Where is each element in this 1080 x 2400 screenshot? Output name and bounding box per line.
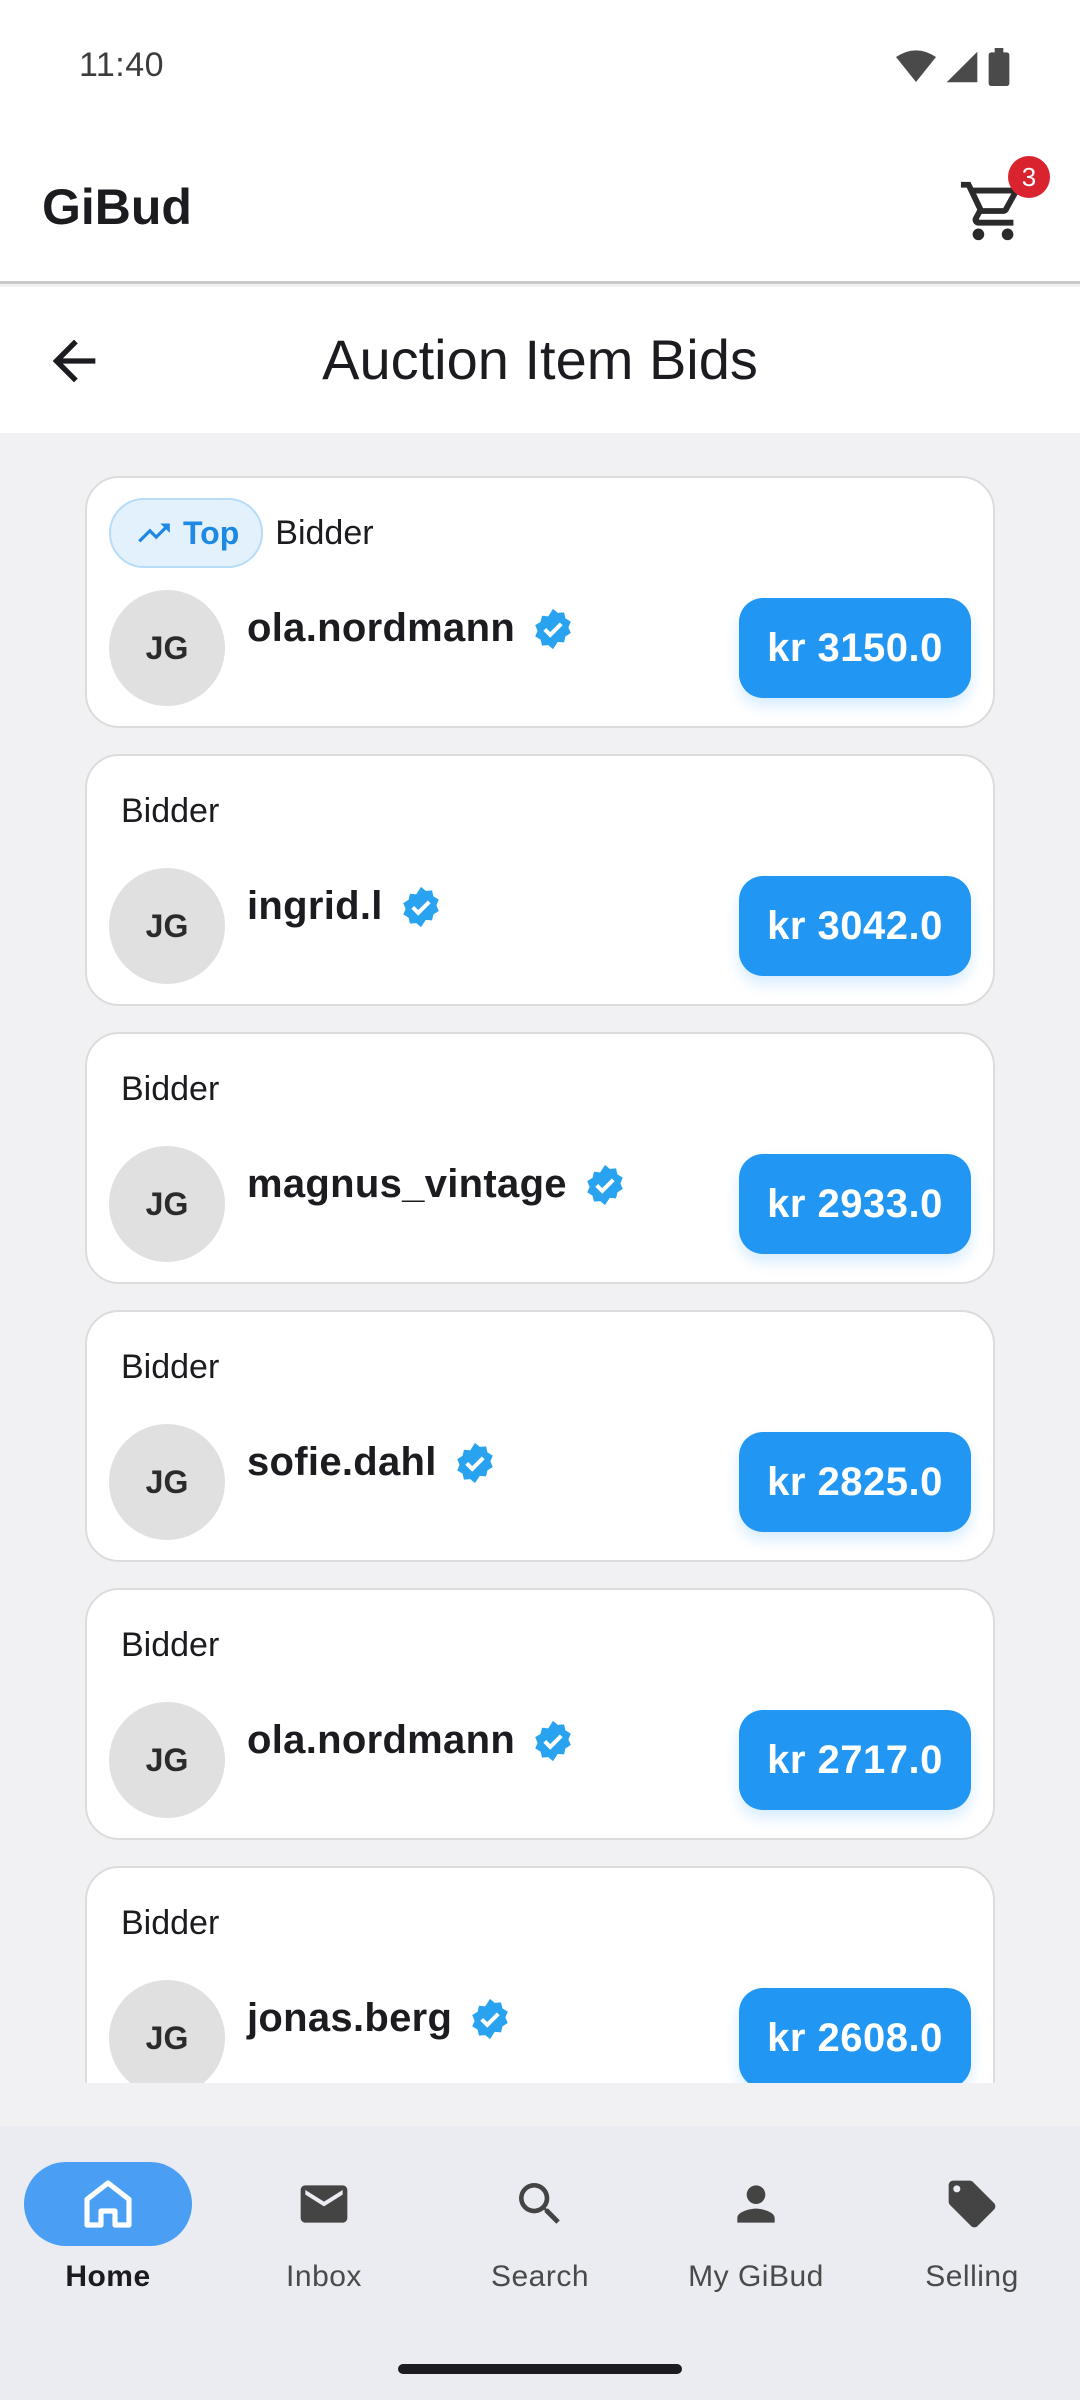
bid-card[interactable]: Bidder JG magnus_vintage kr 2933.0 [85,1032,995,1284]
card-header: Top Bidder [109,498,374,568]
card-header: Bidder [121,776,219,846]
avatar: JG [109,1424,225,1540]
avatar: JG [109,590,225,706]
nav-item-my-gibud[interactable]: My GiBud [656,2162,856,2312]
bidder-name-row: sofie.dahl [247,1440,497,1485]
bottom-nav: Home Inbox Search My GiBud Selling [0,2126,1080,2400]
bidder-label: Bidder [121,791,220,830]
bid-card[interactable]: Bidder JG jonas.berg kr 2608.0 [85,1866,995,2083]
avatar: JG [109,1146,225,1262]
search-icon [519,2183,560,2224]
card-header: Bidder [121,1888,219,1958]
nav-inbox-indicator [240,2162,408,2246]
bidder-name-row: ola.nordmann [247,1718,575,1763]
avatar: JG [109,1980,225,2083]
nav-my-gibud-indicator [672,2162,840,2246]
bidder-label: Bidder [121,1903,220,1942]
status-bar: 11:40 [0,0,1080,130]
verified-icon [535,608,571,649]
bid-list[interactable]: Top Bidder JG ola.nordmann kr 3150.0 Bid… [0,433,1080,2083]
bid-card[interactable]: Bidder JG sofie.dahl kr 2825.0 [85,1310,995,1562]
verified-icon [535,1720,571,1761]
gesture-home-indicator[interactable] [398,2364,682,2374]
bidder-name-row: ingrid.l [247,884,443,929]
bidder-username: magnus_vintage [247,1162,567,1206]
verified-icon [472,1998,509,2039]
sub-header: Auction Item Bids [0,287,1080,433]
nav-item-inbox[interactable]: Inbox [224,2162,424,2312]
nav-item-home[interactable]: Home [8,2162,208,2312]
bid-amount: kr 2608.0 [739,1988,971,2083]
top-badge-label: Top [183,514,240,551]
card-header: Bidder [121,1332,219,1402]
nav-home-indicator [24,2162,192,2246]
avatar: JG [109,868,225,984]
cart-button[interactable]: 3 [958,156,1050,246]
page-title: Auction Item Bids [322,328,758,391]
avatar: JG [109,1702,225,1818]
nav-selling-indicator [888,2162,1056,2246]
app-title: GiBud [42,179,192,235]
nav-label-home: Home [65,2260,151,2293]
mail-icon [300,2185,348,2223]
nav-item-search[interactable]: Search [440,2162,640,2312]
status-icons [896,48,1010,86]
tag-icon [948,2180,996,2228]
person-icon [737,2185,775,2223]
nav-label-inbox: Inbox [286,2260,362,2293]
cart-count-badge: 3 [1008,156,1050,198]
bid-amount: kr 2825.0 [739,1432,971,1532]
bid-amount: kr 2717.0 [739,1710,971,1810]
bidder-label: Bidder [121,1069,220,1108]
bidder-username: jonas.berg [247,1996,453,2040]
verified-icon [456,1442,493,1483]
bidder-username: ingrid.l [247,884,383,928]
wifi-icon [896,50,936,82]
bid-amount: kr 3150.0 [739,598,971,698]
bidder-label: Bidder [275,513,374,552]
top-bidder-badge: Top [109,498,264,568]
status-time: 11:40 [79,46,165,84]
nav-label-search: Search [490,2260,590,2293]
home-icon [84,2180,132,2228]
nav-label-selling: Selling [925,2260,1019,2293]
nav-search-indicator [456,2162,624,2246]
bid-amount: kr 2933.0 [739,1154,971,1254]
bid-card[interactable]: Bidder JG ingrid.l kr 3042.0 [85,754,995,1006]
bidder-username: sofie.dahl [247,1440,437,1484]
verified-icon [402,886,439,927]
bidder-username: ola.nordmann [247,1718,516,1762]
bidder-name-row: jonas.berg [247,1996,512,2041]
nav-label-my-gibud: My GiBud [688,2260,824,2293]
bidder-label: Bidder [121,1347,220,1386]
card-header: Bidder [121,1054,219,1124]
nav-item-selling[interactable]: Selling [872,2162,1072,2312]
bid-amount: kr 3042.0 [739,876,971,976]
signal-icon [946,51,978,83]
app-bar: GiBud 3 [0,130,1080,284]
trending-up-icon [138,523,170,543]
card-header: Bidder [121,1610,219,1680]
bid-card[interactable]: Top Bidder JG ola.nordmann kr 3150.0 [85,476,995,728]
bidder-name-row: magnus_vintage [247,1162,627,1207]
bid-card[interactable]: Bidder JG ola.nordmann kr 2717.0 [85,1588,995,1840]
bidder-label: Bidder [121,1625,220,1664]
bidder-username: ola.nordmann [247,606,516,650]
bidder-name-row: ola.nordmann [247,606,575,651]
battery-icon [988,48,1010,86]
verified-icon [587,1164,623,1205]
